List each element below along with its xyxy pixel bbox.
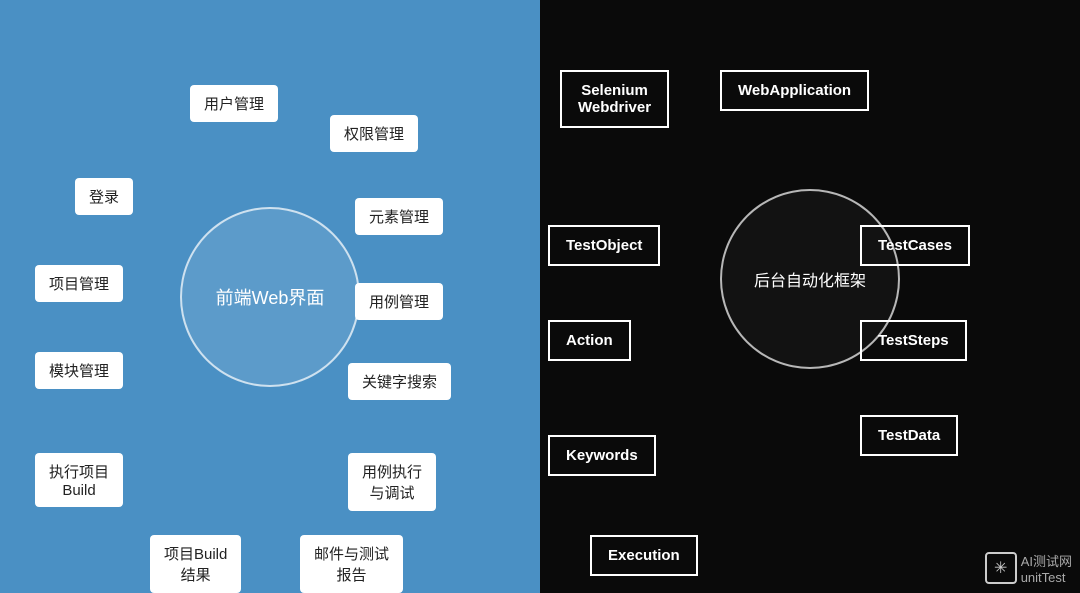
- left-box-case-exec: 用例执行 与调试: [348, 453, 436, 511]
- watermark-icon: ✳: [985, 552, 1017, 584]
- left-panel: 前端Web界面 用户管理权限管理登录元素管理项目管理 用例管理模块管理 关键字搜索执…: [0, 0, 540, 593]
- left-box-exec-proj: 执行项目 Build: [35, 453, 123, 507]
- left-box-perm-mgmt: 权限管理: [330, 115, 418, 152]
- left-box-kw-search: 关键字搜索: [348, 363, 451, 400]
- right-box-teststeps: TestSteps: [860, 320, 967, 361]
- right-box-action: Action: [548, 320, 631, 361]
- left-box-login: 登录: [75, 178, 133, 215]
- left-box-user-mgmt: 用户管理: [190, 85, 278, 122]
- left-box-proj-build: 项目Build 结果: [150, 535, 241, 593]
- left-box-elem-mgmt: 元素管理: [355, 198, 443, 235]
- right-box-testobj: TestObject: [548, 225, 660, 266]
- right-panel: 后台自动化框架 Selenium Webdriver WebApplication…: [540, 0, 1080, 593]
- left-box-mail-test: 邮件与测试 报告: [300, 535, 403, 593]
- right-box-selenium: Selenium Webdriver: [560, 70, 669, 128]
- left-box-case-mgmt: 用例管理: [355, 283, 443, 320]
- right-box-webapp: WebApplication: [720, 70, 869, 111]
- watermark-text: AI测试网unitTest: [1021, 551, 1072, 585]
- left-circle: 前端Web界面: [180, 207, 360, 387]
- right-box-testcases: TestCases: [860, 225, 970, 266]
- watermark: ✳ AI测试网unitTest: [985, 551, 1072, 585]
- left-circle-label: 前端Web界面: [216, 284, 325, 310]
- left-box-proj-mgmt: 项目管理: [35, 265, 123, 302]
- right-box-testdata: TestData: [860, 415, 958, 456]
- left-box-mod-mgmt: 模块管理: [35, 352, 123, 389]
- right-box-keywords: Keywords: [548, 435, 656, 476]
- right-box-execution: Execution: [590, 535, 698, 576]
- right-circle-label: 后台自动化框架: [754, 267, 866, 291]
